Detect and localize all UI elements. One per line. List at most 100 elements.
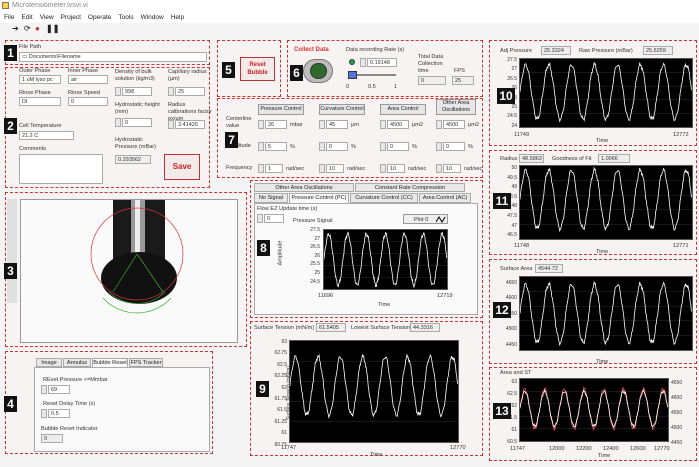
frequency-spinner-0[interactable] — [258, 164, 264, 173]
slider-tick-max: 1 — [394, 84, 398, 90]
stop-icon[interactable]: ● — [35, 25, 40, 33]
centerline-spinner-3[interactable] — [436, 120, 442, 129]
plot-legend[interactable]: Plot 0 — [403, 214, 448, 224]
reset-pressure-field[interactable]: 69 — [48, 385, 70, 394]
reset-delay-field[interactable]: 0.5 — [48, 409, 70, 418]
recording-rate-field[interactable]: 0.19148 — [367, 58, 397, 67]
flow-ez-spinner[interactable] — [257, 214, 263, 223]
menu-project[interactable]: Project — [57, 12, 84, 21]
rate-slider-handle[interactable] — [348, 71, 357, 79]
amplitude-field-0[interactable]: 5 — [265, 142, 287, 151]
centerline-spinner-2[interactable] — [380, 120, 386, 129]
capillary-spinner[interactable] — [168, 87, 174, 96]
pressure-plot[interactable] — [519, 58, 693, 128]
arrow-right-icon[interactable]: ➔ — [12, 25, 19, 33]
tab-pressure-control--pc-[interactable]: Pressure Control (PC) — [289, 193, 349, 203]
collect-data-toggle[interactable] — [303, 59, 333, 83]
comments-textarea[interactable] — [19, 154, 103, 184]
amplitude-spinner-1[interactable] — [319, 142, 325, 151]
tab-annulus[interactable]: Annulus — [63, 358, 91, 367]
amplitude-unit-1: % — [351, 144, 356, 150]
amplitude-field-2[interactable]: 0 — [387, 142, 409, 151]
frequency-field-0[interactable]: 1 — [265, 164, 283, 173]
file-path-field[interactable]: ▭ Documents\Filename — [19, 52, 207, 62]
surface-tension-plot[interactable] — [289, 340, 459, 443]
hydro-height-field[interactable]: 0 — [122, 118, 152, 127]
tab-bubble-reset[interactable]: Bubble Reset — [92, 358, 128, 367]
header-area-control[interactable]: Area Control — [380, 104, 426, 115]
tab-constant-rate-compression[interactable]: Constant Rate Compression — [355, 183, 465, 192]
menu-help[interactable]: Help — [167, 12, 187, 21]
tab-other-area-oscillations[interactable]: Other Area Oscillations — [254, 183, 354, 192]
section-number-13: 13 — [493, 403, 511, 419]
menu-edit[interactable]: Edit — [17, 12, 35, 21]
fps-value: 25 — [452, 76, 474, 85]
inner-phase-field[interactable]: air — [68, 75, 108, 84]
flow-ez-field[interactable]: 0 — [264, 214, 284, 223]
radius-cal-spinner[interactable] — [168, 120, 174, 129]
tab-area-control--ac-[interactable]: Area Control (AC) — [419, 193, 471, 203]
centerline-field-0[interactable]: 26 — [265, 120, 287, 129]
reset-pressure-spinner[interactable] — [41, 385, 47, 394]
amplitude-field-1[interactable]: 0 — [326, 142, 348, 151]
tab-no-signal[interactable]: No Signal — [254, 193, 288, 203]
centerline-spinner-0[interactable] — [258, 120, 264, 129]
camera-image[interactable] — [20, 199, 238, 343]
menu-operate[interactable]: Operate — [84, 12, 115, 21]
density-field[interactable]: 998 — [122, 87, 152, 96]
reset-delay-label: Reset Delay Time (s) — [43, 401, 96, 407]
frequency-field-3[interactable]: 10 — [443, 164, 461, 173]
frequency-field-2[interactable]: 10 — [387, 164, 405, 173]
surface-area-plot[interactable] — [519, 276, 693, 351]
centerline-field-3[interactable]: 4500 — [443, 120, 465, 129]
pressure-signal-plot[interactable] — [323, 229, 448, 290]
amplitude-spinner-3[interactable] — [436, 142, 442, 151]
menu-view[interactable]: View — [36, 12, 57, 21]
hydro-height-spinner[interactable] — [115, 118, 121, 127]
frequency-spinner-3[interactable] — [436, 164, 442, 173]
radius-plot[interactable] — [519, 165, 693, 240]
area-st-xtick-4: 12600 — [630, 446, 646, 452]
pause-icon[interactable]: ❚❚ — [46, 25, 59, 33]
outer-phase-field[interactable]: 1 uM lyso pc — [19, 75, 61, 84]
section-number-11: 11 — [493, 193, 511, 209]
tab-fps-tracker[interactable]: FPS Tracker — [129, 358, 163, 367]
menu-tools[interactable]: Tools — [114, 12, 136, 21]
frequency-spinner-1[interactable] — [319, 164, 325, 173]
menu-window[interactable]: Window — [137, 12, 167, 21]
tab-image[interactable]: Image — [36, 358, 62, 367]
frequency-spinner-2[interactable] — [380, 164, 386, 173]
header-other-area-oscillations[interactable]: Other Area Oscillations — [436, 99, 476, 115]
centerline-field-2[interactable]: 4500 — [387, 120, 409, 129]
section-number-6: 6 — [290, 65, 303, 81]
header-pressure-control[interactable]: Pressure Control — [258, 104, 304, 115]
rinse-speed-field[interactable]: 0 — [68, 97, 108, 106]
radius-cal-field[interactable]: 3.41426 — [175, 120, 205, 129]
amplitude-spinner-0[interactable] — [258, 142, 264, 151]
frequency-unit-3: rad/sec — [464, 166, 483, 172]
menu-file[interactable]: File — [0, 12, 17, 21]
area-and-st-plot[interactable] — [519, 378, 669, 442]
amplitude-spinner-2[interactable] — [380, 142, 386, 151]
adj-pressure-label: Adj Pressure — [500, 48, 533, 54]
p8y-tick-0: 27.5 — [310, 227, 320, 233]
centerline-field-1[interactable]: 45 — [326, 120, 348, 129]
capillary-field[interactable]: 25 — [175, 87, 205, 96]
save-button[interactable]: Save — [164, 154, 200, 180]
centerline-spinner-1[interactable] — [319, 120, 325, 129]
cell-temp-field[interactable]: 21.2 C — [19, 131, 74, 140]
reset-bubble-button[interactable]: Reset Bubble — [240, 57, 275, 81]
density-spinner[interactable] — [115, 87, 121, 96]
header-curvature-control[interactable]: Curvature Control — [319, 104, 365, 115]
p13y2-tick-0: 4650 — [671, 380, 683, 386]
rate-spinner[interactable] — [360, 58, 366, 67]
area-st-xtick-2: 12200 — [576, 446, 592, 452]
tab-curvature-control--cc-[interactable]: Curvature Control (CC) — [350, 193, 418, 203]
loop-icon[interactable]: ⟳ — [24, 25, 31, 33]
rinse-phase-field[interactable]: DI — [19, 97, 61, 106]
p9y-tick-7: 61.25 — [274, 418, 287, 425]
section-number-8: 8 — [257, 240, 270, 256]
amplitude-field-3[interactable]: 0 — [443, 142, 465, 151]
reset-delay-spinner[interactable] — [41, 409, 47, 418]
frequency-field-1[interactable]: 10 — [326, 164, 344, 173]
